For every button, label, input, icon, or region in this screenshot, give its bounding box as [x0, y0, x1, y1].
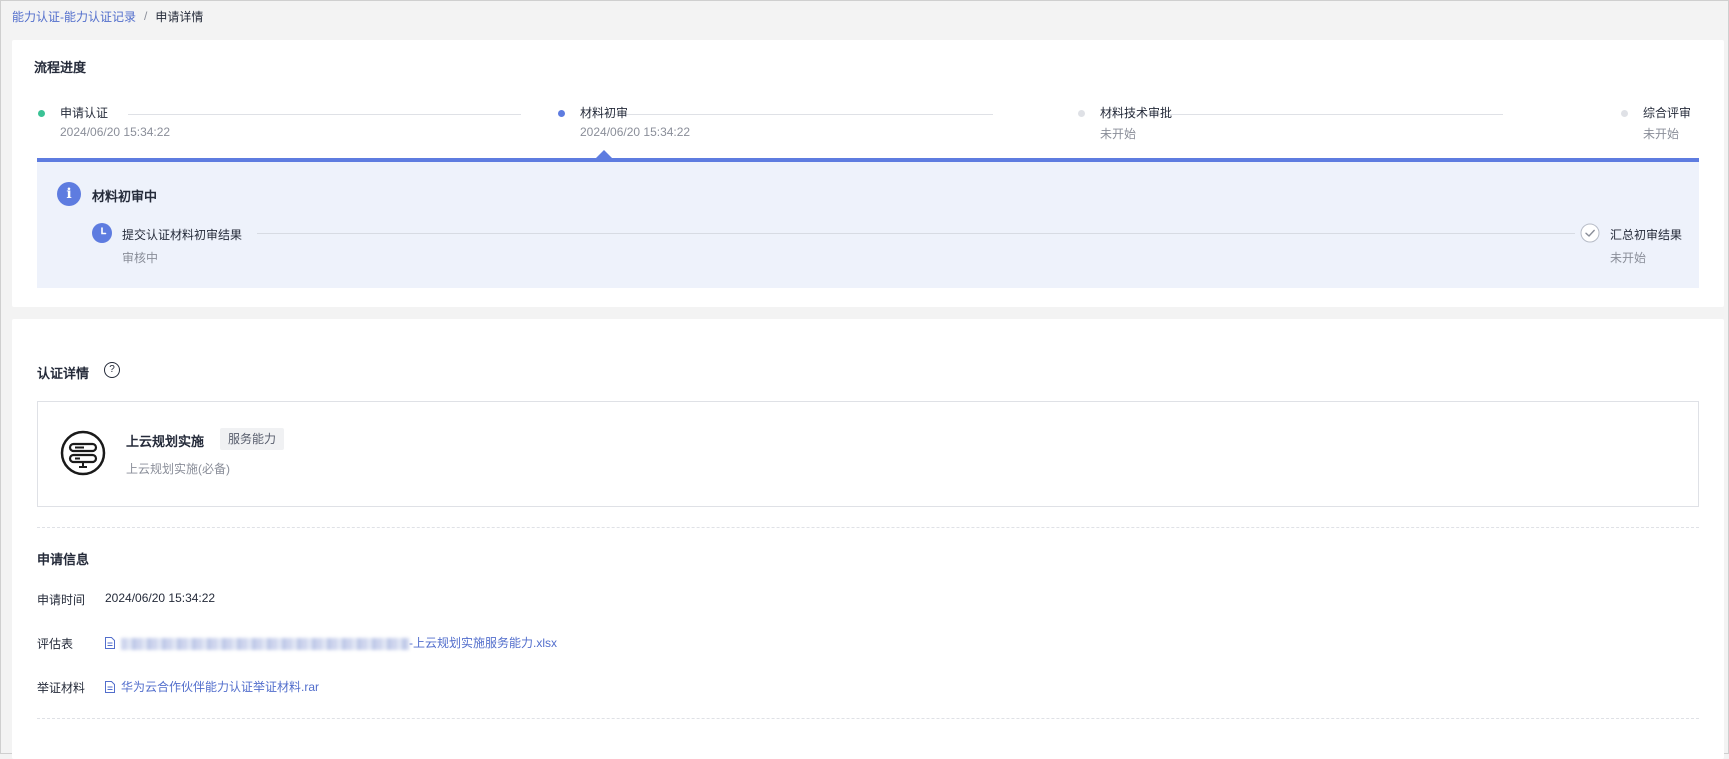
- panel-title: 材料初审中: [92, 189, 158, 204]
- progress-steps: 申请认证 2024/06/20 15:34:22 材料初审 2024/06/20…: [38, 104, 1710, 144]
- help-icon[interactable]: ?: [104, 362, 120, 378]
- evidence-label: 举证材料: [37, 681, 86, 695]
- breadcrumb: 能力认证-能力认证记录 / 申请详情: [12, 6, 203, 26]
- capability-subtitle: 上云规划实施(必备): [126, 462, 230, 476]
- evidence-file-link[interactable]: 华为云合作伙伴能力认证举证材料.rar: [105, 678, 319, 695]
- redacted-filename: [121, 637, 409, 650]
- check-circle-icon: [1580, 223, 1600, 243]
- progress-title: 流程进度: [34, 60, 87, 75]
- capability-card: 上云规划实施 服务能力 上云规划实施(必备): [37, 401, 1699, 507]
- step-connector: [128, 114, 521, 115]
- step-dot-done: [38, 110, 45, 117]
- step-connector: [598, 114, 993, 115]
- step-time: 未开始: [1643, 127, 1680, 141]
- detail-title: 认证详情: [37, 366, 90, 381]
- step-time: 2024/06/20 15:34:22: [580, 125, 691, 139]
- breadcrumb-current: 申请详情: [155, 9, 204, 24]
- divider: [37, 718, 1699, 719]
- sub-step-status: 未开始: [1610, 251, 1647, 265]
- sub-step-label: 汇总初审结果: [1610, 228, 1683, 242]
- panel-pointer: [596, 150, 612, 158]
- assessment-label: 评估表: [37, 637, 74, 651]
- current-step-panel: i 材料初审中 提交认证材料初审结果 审核中 汇总初审结果 未开始: [37, 158, 1699, 288]
- cloud-planning-logo-icon: [60, 430, 106, 476]
- assessment-file-link[interactable]: -上云规划实施服务能力.xlsx: [105, 634, 557, 651]
- step-label: 申请认证: [60, 106, 109, 120]
- sub-step-connector: [257, 233, 1575, 234]
- breadcrumb-parent-link[interactable]: 能力认证-能力认证记录: [12, 8, 136, 25]
- clock-icon: [92, 223, 112, 243]
- breadcrumb-separator: /: [144, 9, 148, 23]
- info-icon: i: [57, 182, 81, 206]
- evidence-filename: 华为云合作伙伴能力认证举证材料.rar: [121, 680, 320, 694]
- sub-step-status: 审核中: [122, 251, 159, 265]
- application-title: 申请信息: [37, 552, 90, 567]
- assessment-filename: -上云规划实施服务能力.xlsx: [409, 636, 557, 650]
- apply-time-label: 申请时间: [37, 593, 86, 607]
- progress-card: 流程进度 申请认证 2024/06/20 15:34:22 材料初审 2024/…: [12, 40, 1724, 307]
- page-frame: 能力认证-能力认证记录 / 申请详情 流程进度 申请认证 2024/06/20 …: [0, 0, 1729, 759]
- capability-name: 上云规划实施: [126, 434, 205, 449]
- document-icon: [105, 680, 115, 693]
- step-dot-pending: [1621, 110, 1628, 117]
- detail-card: 认证详情 ? 上云规划实施 服务能力 上云规划实施(必备) 申请信息 申请时间 …: [12, 319, 1724, 759]
- sub-step-label: 提交认证材料初审结果: [122, 228, 243, 242]
- capability-tag: 服务能力: [220, 428, 285, 450]
- step-time: 未开始: [1100, 127, 1137, 141]
- apply-time-value: 2024/06/20 15:34:22: [105, 591, 216, 605]
- step-label: 综合评审: [1643, 106, 1692, 120]
- step-label: 材料技术审批: [1100, 106, 1173, 120]
- step-time: 2024/06/20 15:34:22: [60, 125, 171, 139]
- divider: [37, 527, 1699, 528]
- step-dot-pending: [1078, 110, 1085, 117]
- step-label: 材料初审: [580, 106, 629, 120]
- document-icon: [105, 636, 115, 649]
- step-dot-active: [558, 110, 565, 117]
